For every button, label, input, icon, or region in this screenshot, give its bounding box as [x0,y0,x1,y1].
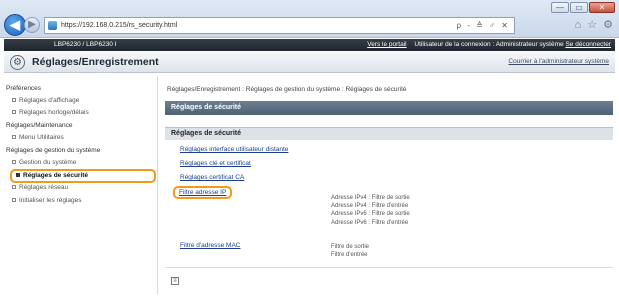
bullet-icon [12,98,16,103]
mac-filter-list: Filtre de sortie Filtre d'entrée [331,243,369,259]
breadcrumb: Réglages/Enregistrement : Réglages de ge… [167,86,407,93]
sidebar: Préférences Réglages d'affichage Réglage… [4,84,156,294]
bullet-icon [12,185,16,190]
ip-filter-list: Adresse IPv4 : Filtre de sortie Adresse … [331,194,410,227]
browser-toolbar: ⌂ ☆ ⚙ [575,19,613,31]
link-ip-address-filter[interactable]: Filtre adresse IP [173,186,233,199]
device-model: LBP6230 / LBP6230 I [54,41,117,48]
content-divider [165,267,613,268]
favorites-star-icon[interactable]: ☆ [587,19,597,31]
bullet-icon [12,135,16,140]
sidebar-item-network-settings[interactable]: Réglages réseau [12,184,68,191]
ip-filter-ipv4-in: Adresse IPv4 : Filtre d'entrée [331,203,409,210]
settings-gear-icon[interactable]: ⚙ [603,19,613,31]
ip-filter-ipv4-out: Adresse IPv4 : Filtre de sortie [331,195,410,201]
mac-filter-in: Filtre d'entrée [331,252,368,259]
sidebar-section-system-management: Réglages de gestion du système [6,147,101,154]
mail-admin-link[interactable]: Courrier à l'administrateur système [508,58,609,65]
sidebar-divider [157,76,158,294]
bullet-icon [12,160,16,165]
browser-window: — ▭ ✕ ◀ ▶ https://192.168.0.215/rs_secur… [0,0,619,299]
section-subheader: Réglages de sécurité [165,127,613,140]
back-arrow-icon[interactable]: ◀ [4,14,26,36]
bullet-icon [16,173,20,178]
logout-link[interactable]: Se déconnecter [565,41,611,48]
sidebar-item-security-settings[interactable]: Réglages de sécurité [10,169,156,183]
close-button[interactable]: ✕ [589,2,615,13]
section-header: Réglages de sécurité [165,101,613,115]
ip-filter-ipv6-in: Adresse IPv6 : Filtre d'entrée [331,219,409,226]
address-bar[interactable]: https://192.168.0.215/rs_security.html ρ… [44,17,515,34]
mac-filter-out: Filtre de sortie [331,244,370,250]
browser-chrome: — ▭ ✕ ◀ ▶ https://192.168.0.215/rs_secur… [0,0,619,38]
device-top-bar: LBP6230 / LBP6230 I Vers le portail Util… [4,39,615,51]
sidebar-item-utilities-menu[interactable]: Menu Utilitaires [12,134,64,141]
ip-filter-ipv6-out: Adresse IPv6 : Filtre de sortie [331,211,410,218]
sidebar-item-display-settings[interactable]: Réglages d'affichage [12,97,79,104]
address-url: https://192.168.0.215/rs_security.html [61,22,178,29]
bullet-icon [12,198,16,203]
window-controls: — ▭ ✕ [551,2,615,13]
sidebar-item-system-management[interactable]: Gestion du système [12,159,76,166]
bullet-icon [12,110,16,115]
forward-arrow-icon[interactable]: ▶ [24,17,40,33]
sidebar-item-initialize-settings[interactable]: Initialiser les réglages [12,197,82,204]
sidebar-section-preferences: Préférences [6,85,42,92]
minimize-button[interactable]: — [551,2,569,13]
home-icon[interactable]: ⌂ [575,19,582,31]
page-title: Réglages/Enregistrement [32,56,159,68]
login-user-info: Utilisateur de la connexion : Administra… [414,41,564,48]
portal-link[interactable]: Vers le portail [367,41,406,48]
page-title-bar: ⚙ Réglages/Enregistrement Courrier à l'a… [4,52,615,73]
link-remote-ui-settings[interactable]: Réglages interface utilisateur distante [180,146,288,153]
page-top-icon[interactable]: ≡ [171,277,179,285]
sidebar-item-clock-settings[interactable]: Réglages horloge/délais [12,109,89,116]
settings-gear-icon: ⚙ [10,55,25,70]
sidebar-section-maintenance: Réglages/Maintenance [6,122,73,129]
maximize-button[interactable]: ▭ [570,2,588,13]
address-tools[interactable]: ρ - ≙ ♂ ✕ [456,18,510,33]
link-mac-address-filter[interactable]: Filtre d'adresse MAC [180,242,240,249]
top-bar-right: Vers le portail Utilisateur de la connex… [367,39,611,51]
site-favicon-icon [48,21,57,30]
main-content: Réglages/Enregistrement : Réglages de ge… [163,84,615,294]
link-key-certificate-settings[interactable]: Réglages clé et certificat [180,160,251,167]
link-ca-certificate-settings[interactable]: Réglages certificat CA [180,174,244,181]
